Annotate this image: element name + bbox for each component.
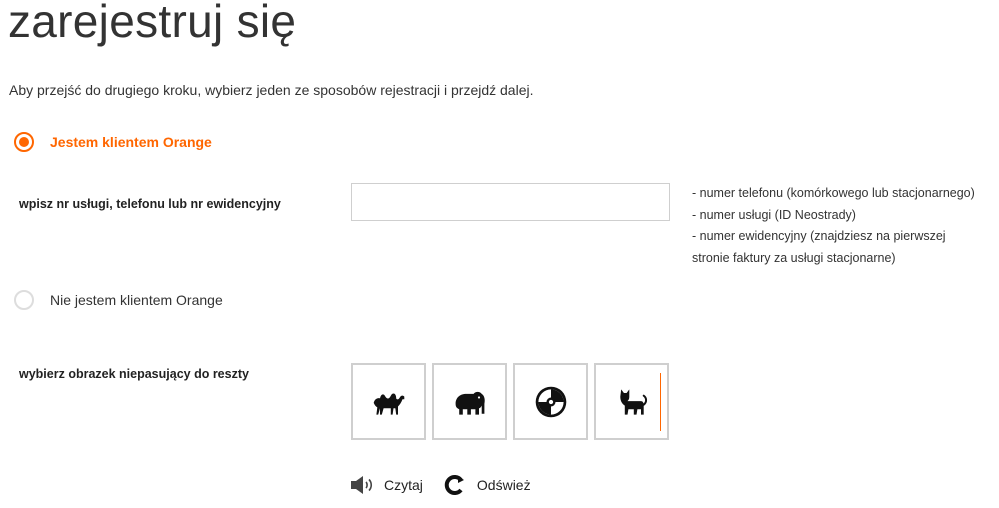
captcha-tile-cat[interactable] [594, 363, 669, 440]
service-number-input[interactable] [351, 183, 670, 221]
radio-non-client[interactable] [14, 290, 34, 310]
refresh-label[interactable]: Odśwież [477, 477, 531, 493]
radio-option-non-client[interactable]: Nie jestem klientem Orange [14, 290, 223, 310]
captcha-tile-cd[interactable] [513, 363, 588, 440]
refresh-icon [444, 475, 464, 495]
page-title: zarejestruj się [8, 0, 297, 47]
hint-line: stronie faktury za usługi stacjonarne) [692, 250, 896, 265]
captcha-actions: Czytaj Odśwież [350, 474, 531, 496]
read-aloud-button[interactable]: Czytaj [350, 474, 423, 496]
service-number-label: wpisz nr usługi, telefonu lub nr ewidenc… [19, 197, 281, 211]
intro-text: Aby przejść do drugiego kroku, wybierz j… [9, 82, 534, 98]
camel-icon [373, 393, 404, 415]
captcha-label: wybierz obrazek niepasujący do reszty [19, 367, 249, 381]
radio-option-client[interactable]: Jestem klientem Orange [14, 132, 212, 152]
hint-line: - numer ewidencyjny (znajdziesz na pierw… [692, 229, 946, 243]
read-aloud-label[interactable]: Czytaj [384, 477, 423, 493]
elephant-icon [455, 391, 485, 415]
hint-line: - numer telefonu (komórkowego lub stacjo… [692, 186, 975, 200]
service-number-hints: - numer telefonu (komórkowego lub stacjo… [692, 183, 997, 269]
radio-client-label[interactable]: Jestem klientem Orange [50, 134, 212, 150]
focus-marker [660, 373, 661, 431]
cd-icon [535, 386, 566, 417]
captcha-tiles [351, 363, 669, 440]
hint-line: - numer usługi (ID Neostrady) [692, 207, 856, 222]
captcha-tile-elephant[interactable] [432, 363, 507, 440]
refresh-button[interactable]: Odśwież [443, 474, 531, 496]
speaker-icon [351, 476, 373, 494]
cat-icon [619, 388, 647, 415]
radio-non-client-label[interactable]: Nie jestem klientem Orange [50, 292, 223, 308]
captcha-tile-camel[interactable] [351, 363, 426, 440]
radio-client[interactable] [14, 132, 34, 152]
